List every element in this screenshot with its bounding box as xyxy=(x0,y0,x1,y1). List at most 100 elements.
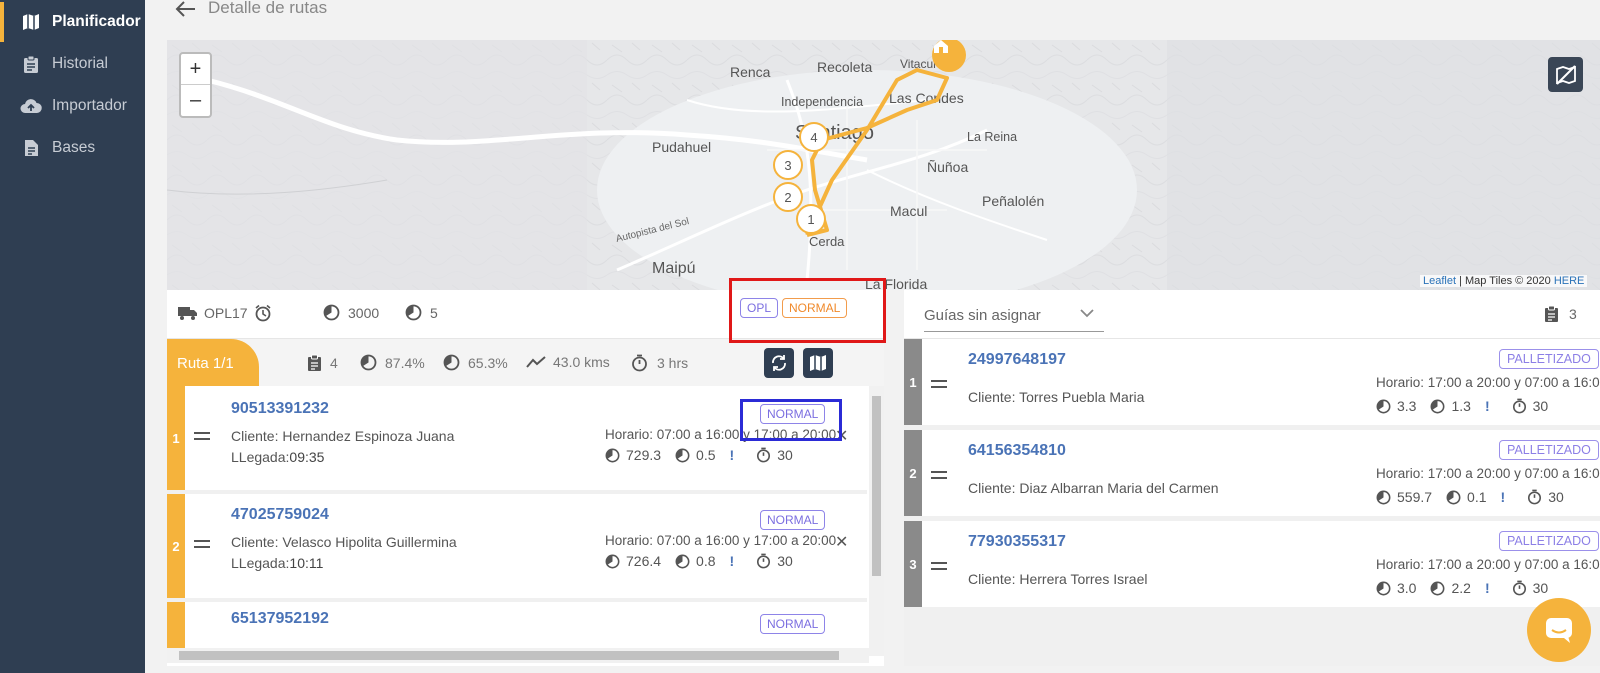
drag-handle-icon[interactable] xyxy=(931,379,947,389)
list-item[interactable]: 2 64156354810 Cliente: Diaz Albarran Mar… xyxy=(904,430,1600,516)
scrollbar-thumb[interactable] xyxy=(872,396,881,576)
stopwatch-icon xyxy=(1528,489,1542,505)
guide-index: 3 xyxy=(904,521,922,607)
back-arrow-icon[interactable] xyxy=(175,0,197,18)
sidebar-item-historial[interactable]: Historial xyxy=(0,44,145,84)
alert-exclamation-icon: ! xyxy=(1500,489,1506,505)
metric-value: 3.3 xyxy=(1397,398,1417,414)
guide-number[interactable]: 24997648197 xyxy=(968,351,1066,369)
metric-value: 0.1 xyxy=(1467,489,1487,505)
show-route-map-button[interactable] xyxy=(803,348,833,378)
map-off-icon xyxy=(1555,64,1576,85)
guide-number[interactable]: 90513391232 xyxy=(231,400,329,418)
guide-number[interactable]: 47025759024 xyxy=(231,506,329,524)
status-badge: NORMAL xyxy=(760,510,826,530)
sidebar-item-planificador[interactable]: Planificador xyxy=(0,2,145,42)
recalculate-route-button[interactable] xyxy=(764,348,794,378)
list-item[interactable]: 2 47025759024 Cliente: Velasco Hipolita … xyxy=(167,494,867,598)
sidebar-item-label: Bases xyxy=(52,139,96,156)
client-name: Cliente: Hernandez Espinoza Juana xyxy=(231,428,455,444)
stopwatch-icon xyxy=(1512,580,1526,596)
map-attribution: Leaflet | Map Tiles © 2020 HERE xyxy=(1420,275,1588,287)
page-title: Detalle de rutas xyxy=(208,0,328,17)
map-icon xyxy=(810,355,826,371)
map-toggle-button[interactable] xyxy=(1548,57,1583,92)
guide-index: 1 xyxy=(904,339,922,425)
unassigned-count-value: 3 xyxy=(1569,306,1577,322)
guide-number[interactable]: 64156354810 xyxy=(968,442,1066,460)
stop-number: 2 xyxy=(167,494,185,598)
metric-value: 30 xyxy=(777,553,793,569)
cloud-upload-icon xyxy=(20,95,42,117)
gauge-icon xyxy=(443,354,460,371)
clipboard-icon xyxy=(1545,305,1558,322)
gauge-icon xyxy=(1430,399,1445,413)
capacity-a-value: 3000 xyxy=(348,304,380,321)
drag-handle-icon[interactable] xyxy=(931,561,947,571)
metric-value: 729.3 xyxy=(626,447,662,463)
drag-handle-icon[interactable] xyxy=(194,539,210,549)
list-item[interactable]: 1 24997648197 Cliente: Torres Puebla Mar… xyxy=(904,339,1600,425)
drag-handle-icon[interactable] xyxy=(194,431,210,441)
truck-icon xyxy=(178,307,197,320)
guide-number[interactable]: 65137952192 xyxy=(231,610,329,628)
route-pct-b: 65.3% xyxy=(443,354,508,371)
unassigned-guides-list[interactable]: 1 24997648197 Cliente: Torres Puebla Mar… xyxy=(904,338,1600,666)
gauge-icon xyxy=(405,304,422,321)
stopwatch-icon xyxy=(632,354,647,372)
chat-launcher-button[interactable] xyxy=(1527,598,1591,662)
here-link[interactable]: HERE xyxy=(1554,275,1585,287)
alert-exclamation-icon: ! xyxy=(1484,580,1490,596)
gauge-icon xyxy=(605,554,620,568)
route-guides: 4 xyxy=(307,354,338,372)
map-marker-1[interactable]: 1 xyxy=(796,204,826,234)
unassigned-guides-select[interactable]: Guías sin asignar xyxy=(924,300,1104,332)
metric-value: 726.4 xyxy=(626,553,662,569)
sidebar-item-label: Historial xyxy=(52,55,108,72)
horizontal-scrollbar[interactable] xyxy=(167,648,869,663)
tab-route-1[interactable]: Ruta 1/1 xyxy=(167,339,259,387)
stopwatch-icon xyxy=(1512,398,1526,414)
gauge-icon xyxy=(1430,581,1445,595)
sidebar-item-importador[interactable]: Importador xyxy=(0,86,145,126)
sync-icon xyxy=(772,355,786,371)
arrival-label: LLegada: xyxy=(231,449,290,465)
alert-exclamation-icon: ! xyxy=(729,553,735,569)
remove-stop-button[interactable]: ✕ xyxy=(835,532,848,552)
route-pct-a-value: 87.4% xyxy=(385,354,425,371)
gauge-icon xyxy=(675,554,690,568)
map-marker-3[interactable]: 3 xyxy=(773,150,803,180)
stopwatch-icon xyxy=(757,447,771,463)
stop-metrics: 729.3 0.5 ! 30 xyxy=(605,447,807,463)
list-item[interactable]: 3 65137952192 NORMAL xyxy=(167,602,867,648)
metric-value: 30 xyxy=(1532,398,1549,414)
clipboard-icon xyxy=(308,354,321,371)
route-map[interactable]: Renca Recoleta Vitacura Independencia La… xyxy=(167,40,1600,290)
select-value: Guías sin asignar xyxy=(924,307,1041,324)
leaflet-link[interactable]: Leaflet xyxy=(1423,275,1456,287)
client-name: Cliente: Velasco Hipolita Guillermina xyxy=(231,534,457,550)
vertical-scrollbar[interactable] xyxy=(869,386,884,656)
clipboard-icon xyxy=(20,53,42,75)
list-item[interactable]: 3 77930355317 Cliente: Herrera Torres Is… xyxy=(904,521,1600,607)
sidebar-item-label: Importador xyxy=(52,97,127,114)
highlight-stop-badge xyxy=(740,399,842,441)
zoom-out-button[interactable]: – xyxy=(181,85,210,116)
map-marker-4[interactable]: 4 xyxy=(799,122,829,152)
attribution-text: | Map Tiles © 2020 xyxy=(1456,275,1554,287)
document-icon xyxy=(20,137,42,159)
guide-metrics: 3.0 2.2 ! 30 xyxy=(1376,580,1562,596)
sidebar-item-bases[interactable]: Bases xyxy=(0,128,145,168)
scrollbar-thumb[interactable] xyxy=(179,651,839,660)
route-guides-value: 4 xyxy=(330,355,338,371)
route-distance-value: 43.0 kms xyxy=(553,354,610,370)
drag-handle-icon[interactable] xyxy=(931,470,947,480)
zoom-in-button[interactable]: + xyxy=(181,54,210,85)
metric-value: 30 xyxy=(777,447,793,463)
gauge-icon xyxy=(360,354,377,371)
status-badge: PALLETIZADO xyxy=(1499,349,1599,369)
map-marker-2[interactable]: 2 xyxy=(773,182,803,212)
guide-number[interactable]: 77930355317 xyxy=(968,533,1066,551)
metric-value: 1.3 xyxy=(1451,398,1471,414)
stopwatch-icon xyxy=(757,553,771,569)
